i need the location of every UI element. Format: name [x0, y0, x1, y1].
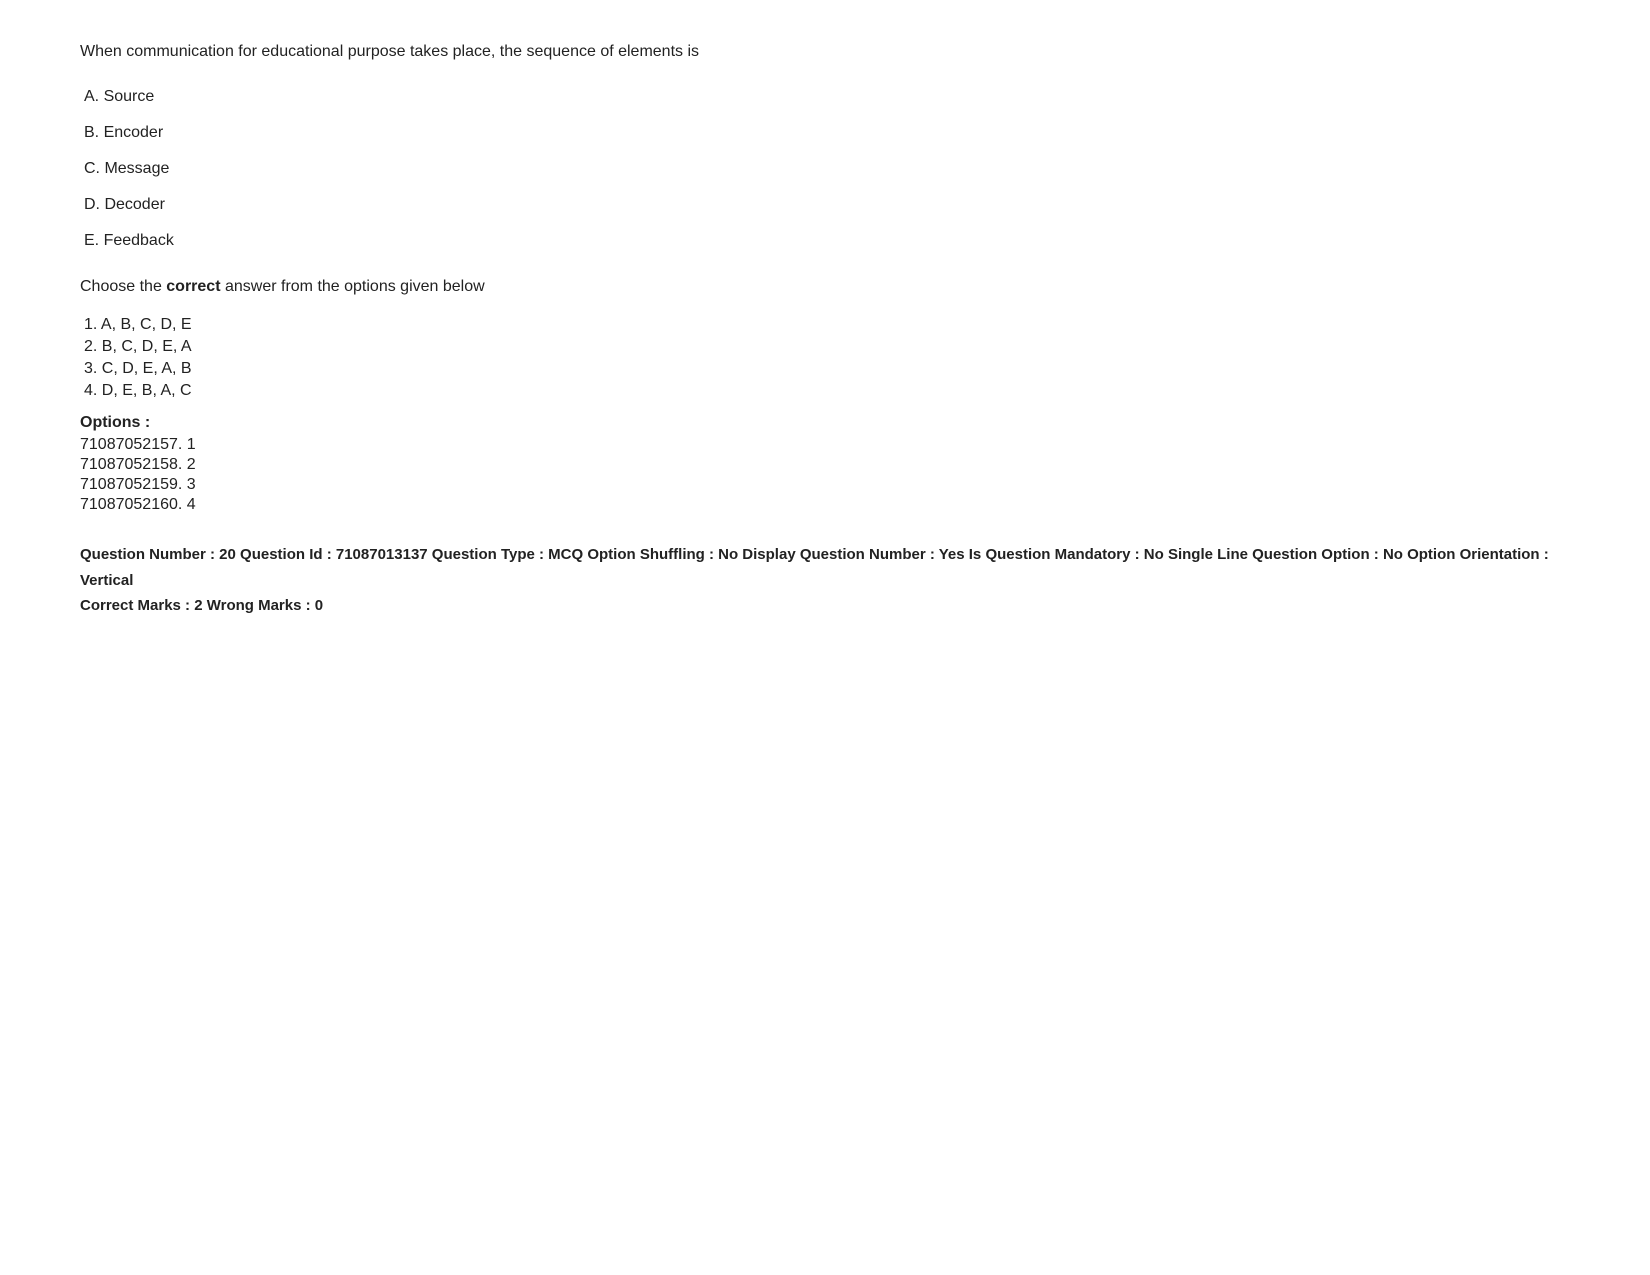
- options-list: A. Source B. Encoder C. Message D. Decod…: [80, 88, 1570, 250]
- option-id-2: 71087052158. 2: [80, 456, 1570, 474]
- question-container: When communication for educational purpo…: [80, 40, 1570, 619]
- choose-bold: correct: [166, 278, 220, 295]
- option-b: B. Encoder: [80, 124, 1570, 142]
- meta-line1: Question Number : 20 Question Id : 71087…: [80, 542, 1570, 593]
- choose-suffix: answer from the options given below: [221, 278, 485, 295]
- option-id-1: 71087052157. 1: [80, 436, 1570, 454]
- option-a: A. Source: [80, 88, 1570, 106]
- option-c: C. Message: [80, 160, 1570, 178]
- answer-options-list: 1. A, B, C, D, E 2. B, C, D, E, A 3. C, …: [80, 316, 1570, 400]
- question-text: When communication for educational purpo…: [80, 40, 1570, 64]
- meta-line2: Correct Marks : 2 Wrong Marks : 0: [80, 593, 1570, 619]
- meta-info: Question Number : 20 Question Id : 71087…: [80, 542, 1570, 619]
- option-id-4: 71087052160. 4: [80, 496, 1570, 514]
- option-e: E. Feedback: [80, 232, 1570, 250]
- answer-option-3: 3. C, D, E, A, B: [80, 360, 1570, 378]
- option-d: D. Decoder: [80, 196, 1570, 214]
- answer-option-1: 1. A, B, C, D, E: [80, 316, 1570, 334]
- choose-prefix: Choose the: [80, 278, 166, 295]
- option-ids-list: 71087052157. 1 71087052158. 2 7108705215…: [80, 436, 1570, 514]
- options-label: Options :: [80, 414, 1570, 432]
- choose-instruction: Choose the correct answer from the optio…: [80, 278, 1570, 296]
- answer-option-2: 2. B, C, D, E, A: [80, 338, 1570, 356]
- option-id-3: 71087052159. 3: [80, 476, 1570, 494]
- answer-option-4: 4. D, E, B, A, C: [80, 382, 1570, 400]
